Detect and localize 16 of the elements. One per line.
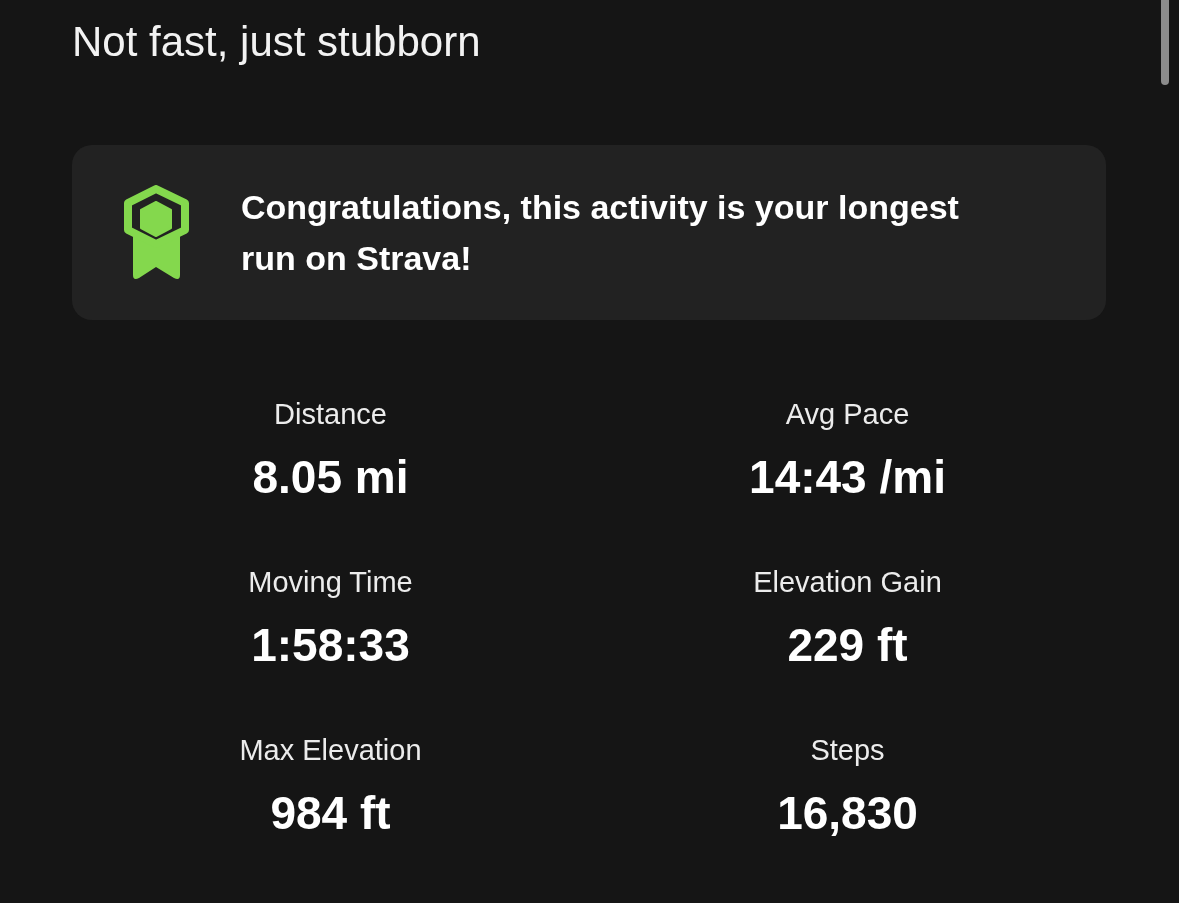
achievement-message: Congratulations, this activity is your longest run on Strava! — [241, 186, 960, 279]
stat-label: Max Elevation — [239, 733, 422, 768]
award-ribbon-icon — [123, 184, 190, 281]
activity-title: Not fast, just stubborn — [72, 17, 482, 67]
stat-label: Elevation Gain — [753, 565, 942, 600]
stat-value: 229 ft — [787, 619, 908, 671]
stat-value: 984 ft — [270, 787, 391, 839]
scrollbar-thumb[interactable] — [1161, 0, 1169, 85]
stat-value: 14:43 /mi — [749, 451, 946, 503]
stat-value: 8.05 mi — [252, 451, 409, 503]
stat-label: Steps — [810, 733, 885, 768]
stat-label: Distance — [274, 397, 387, 432]
stat-label: Moving Time — [248, 565, 413, 600]
stat-value: 1:58:33 — [251, 619, 410, 671]
stat-label: Avg Pace — [785, 397, 910, 432]
stat-value: 16,830 — [777, 787, 918, 839]
